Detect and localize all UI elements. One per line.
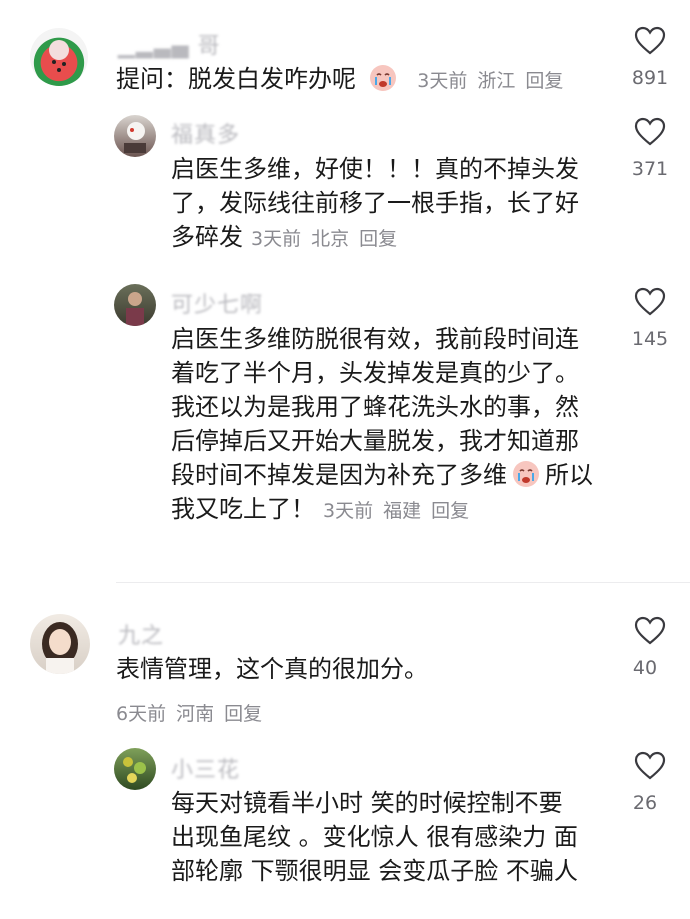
comment-author[interactable]: 九之: [118, 618, 164, 650]
comment-location: 北京: [311, 228, 350, 250]
comment-line: 了，发际线往前移了一根手指，长了好: [171, 189, 579, 217]
like-count: 371: [631, 158, 669, 180]
crying-face-emoji-icon: [513, 461, 539, 487]
comment-line: 我还以为是我用了蜂花洗头水的事，然: [171, 393, 579, 421]
reply-button[interactable]: 回复: [431, 500, 469, 522]
comment-line: 提问：脱发白发咋办呢: [116, 65, 356, 93]
comment-time: 3天前: [417, 70, 468, 92]
like-count: 40: [632, 657, 658, 679]
avatar[interactable]: [30, 614, 90, 674]
reply-button[interactable]: 回复: [224, 703, 262, 725]
plant-avatar-icon: [123, 757, 146, 783]
watermelon-avatar-icon: [49, 40, 69, 72]
divider: [116, 582, 690, 583]
girl-avatar-icon: [42, 622, 78, 674]
avatar[interactable]: [114, 284, 156, 326]
like-count: 145: [631, 328, 669, 350]
comment-text: 启医生多维，好使！！！真的不掉头发 了，发际线往前移了一根手指，长了好 多碎发 3…: [171, 152, 579, 256]
comment-line: 启医生多维防脱很有效，我前段时间连: [171, 325, 579, 353]
person-avatar-icon: [126, 292, 144, 326]
comment-line: 启医生多维，好使！！！真的不掉头发: [171, 155, 579, 183]
avatar[interactable]: [30, 28, 88, 86]
comment-author[interactable]: 可少七啊: [171, 287, 263, 319]
heart-icon[interactable]: [634, 26, 666, 56]
comment-time: 6天前: [116, 703, 167, 725]
avatar[interactable]: [114, 115, 156, 157]
comment-text: 启医生多维防脱很有效，我前段时间连 着吃了半个月，头发掉发是真的少了。 我还以为…: [171, 322, 593, 528]
comment-text: 提问：脱发白发咋办呢 3天前 浙江 回复: [116, 62, 573, 98]
comment-line: 部轮廓 下颚很明显 会变瓜子脸 不骗人: [171, 857, 578, 885]
comment-time: 3天前: [251, 228, 302, 250]
reply-button[interactable]: 回复: [525, 70, 563, 92]
comment-line: 后停掉后又开始大量脱发，我才知道那: [171, 427, 579, 455]
comment-location: 河南: [176, 703, 215, 725]
bird-avatar-icon: [124, 122, 146, 153]
heart-icon[interactable]: [634, 616, 666, 646]
comment-text: 表情管理，这个真的很加分。: [116, 655, 428, 683]
comment-line: 我又吃上了！: [171, 495, 315, 523]
comment-line: 每天对镜看半小时 笑的时候控制不要: [171, 789, 563, 817]
comment-meta: 3天前 浙江 回复: [417, 70, 573, 92]
comment-line: 着吃了半个月，头发掉发是真的少了。: [171, 359, 579, 387]
heart-icon[interactable]: [634, 287, 666, 317]
comment-line: 段时间不掉发是因为补充了多维: [171, 461, 507, 489]
comment-meta: 3天前 福建 回复: [323, 500, 479, 522]
comment-meta: 6天前 河南 回复: [116, 699, 272, 726]
reply-button[interactable]: 回复: [359, 228, 397, 250]
comment-author[interactable]: 福真多: [171, 117, 240, 149]
comment-time: 3天前: [323, 500, 374, 522]
comment-location: 浙江: [477, 70, 516, 92]
comment-line: 所以: [545, 461, 593, 489]
comment-author[interactable]: 小三花: [171, 752, 240, 784]
comment-meta: 3天前 北京 回复: [251, 228, 407, 250]
avatar[interactable]: [114, 748, 156, 790]
comment-text: 每天对镜看半小时 笑的时候控制不要 出现鱼尾纹 。变化惊人 很有感染力 面 部轮…: [171, 786, 578, 888]
heart-icon[interactable]: [634, 117, 666, 147]
comment-line: 出现鱼尾纹 。变化惊人 很有感染力 面: [171, 823, 578, 851]
crying-face-emoji-icon: [369, 65, 396, 91]
heart-icon[interactable]: [634, 751, 666, 781]
comment-line: 多碎发: [171, 223, 243, 251]
comment-author[interactable]: ▁▂▃▄ 哥: [118, 28, 221, 60]
like-count: 891: [631, 67, 669, 89]
like-count: 26: [632, 792, 658, 814]
comment-location: 福建: [383, 500, 422, 522]
